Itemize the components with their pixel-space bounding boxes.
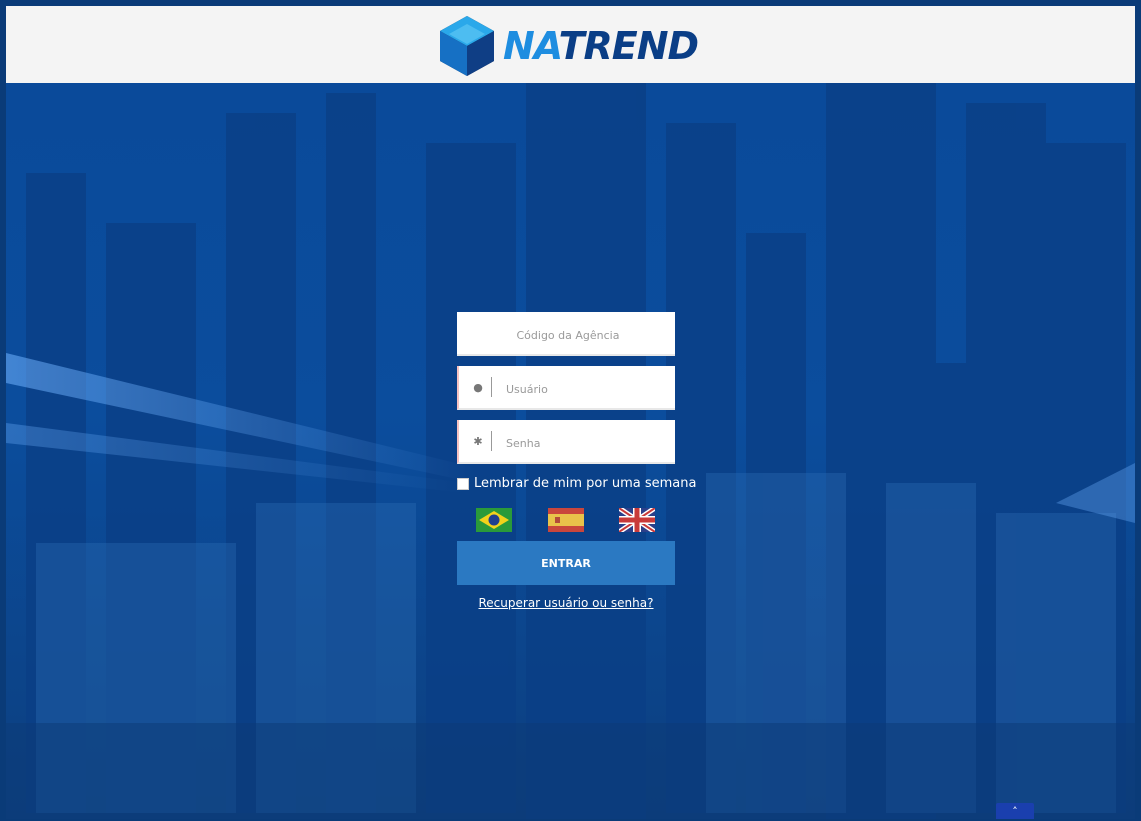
hexagon-cube-icon: [440, 16, 494, 76]
recover-link[interactable]: Recuperar usuário ou senha?: [457, 596, 675, 610]
field-separator: [491, 377, 492, 397]
username-field[interactable]: ●: [457, 366, 675, 412]
remember-checkbox[interactable]: [457, 477, 469, 490]
brand-wordmark: NATREND: [503, 24, 699, 68]
logo-text-trend: TREND: [558, 24, 699, 68]
logo-text-na: NA: [503, 24, 560, 68]
asterisk-icon: ✱: [473, 435, 483, 448]
header-bar: NATREND: [6, 6, 1135, 83]
chevron-up-icon[interactable]: ˄: [996, 803, 1034, 819]
agency-code-field[interactable]: [457, 312, 679, 358]
brazil-flag-icon[interactable]: [476, 508, 512, 532]
password-field[interactable]: ✱: [457, 420, 675, 466]
field-separator: [491, 431, 492, 451]
user-icon: ●: [473, 381, 483, 394]
username-input[interactable]: [504, 366, 673, 412]
agency-code-input[interactable]: [457, 312, 679, 358]
uk-flag-icon[interactable]: [619, 508, 655, 532]
remember-label: Lembrar de mim por uma semana: [474, 476, 697, 491]
brand-logo: NATREND: [437, 12, 699, 80]
spain-flag-icon[interactable]: [548, 508, 584, 532]
password-input[interactable]: [504, 420, 673, 466]
remember-me[interactable]: Lembrar de mim por uma semana: [457, 476, 696, 491]
login-button[interactable]: ENTRAR: [457, 541, 675, 585]
